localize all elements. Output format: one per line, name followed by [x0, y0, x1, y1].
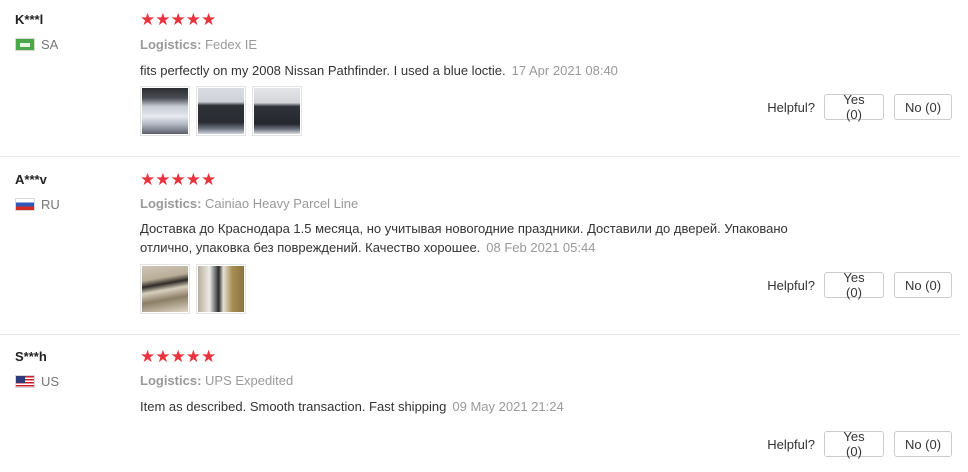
review-photo-thumbnail[interactable]	[140, 264, 190, 314]
flag-sa-icon	[15, 38, 35, 51]
helpful-yes-button[interactable]: Yes (0)	[824, 92, 884, 122]
comment-text: fits perfectly on my 2008 Nissan Pathfin…	[140, 63, 506, 78]
review-time: 17 Apr 2021 08:40	[511, 63, 618, 78]
helpful-vote: Helpful? Yes (0) No (0)	[767, 92, 952, 122]
review-photos	[140, 86, 308, 136]
review-photos	[140, 264, 252, 314]
comment-text: Доставка до Краснодара 1.5 месяца, но уч…	[140, 221, 788, 255]
star-rating: ★★★★★	[140, 347, 217, 367]
review-photo-thumbnail[interactable]	[140, 86, 190, 136]
flag-ru-icon	[15, 198, 35, 211]
helpful-no-button[interactable]: No (0)	[894, 272, 952, 298]
country-code: RU	[41, 197, 60, 212]
feedback-list: K***l SA ★★★★★ Logistics: Fedex IE fits …	[0, 0, 968, 472]
helpful-yes-button[interactable]: Yes (0)	[824, 429, 884, 459]
reviewer-country: US	[15, 374, 59, 389]
star-icon: ★★★★★	[140, 170, 217, 190]
review-comment: Доставка до Краснодара 1.5 месяца, но уч…	[140, 219, 840, 257]
reviewer-name: K***l	[15, 12, 44, 27]
helpful-no-button[interactable]: No (0)	[894, 94, 952, 120]
star-rating: ★★★★★	[140, 170, 217, 190]
comment-text: Item as described. Smooth transaction. F…	[140, 399, 447, 414]
helpful-vote: Helpful? Yes (0) No (0)	[767, 270, 952, 300]
helpful-label: Helpful?	[767, 99, 815, 115]
logistics-info: Logistics: Fedex IE	[140, 37, 257, 52]
helpful-label: Helpful?	[767, 277, 815, 293]
review-item: K***l SA ★★★★★ Logistics: Fedex IE fits …	[0, 0, 968, 156]
country-code: SA	[41, 37, 59, 52]
logistics-label: Logistics:	[140, 196, 202, 211]
review-photo-thumbnail[interactable]	[252, 86, 302, 136]
helpful-vote: Helpful? Yes (0) No (0)	[767, 429, 952, 459]
helpful-no-button[interactable]: No (0)	[894, 431, 952, 457]
review-item: S***h US ★★★★★ Logistics: UPS Expedited …	[0, 335, 968, 472]
review-time: 08 Feb 2021 05:44	[486, 240, 596, 255]
logistics-info: Logistics: UPS Expedited	[140, 373, 293, 388]
review-photo-thumbnail[interactable]	[196, 264, 246, 314]
logistics-value: Cainiao Heavy Parcel Line	[205, 196, 359, 211]
logistics-label: Logistics:	[140, 373, 202, 388]
country-code: US	[41, 374, 60, 389]
review-photo-thumbnail[interactable]	[196, 86, 246, 136]
star-rating: ★★★★★	[140, 10, 217, 30]
review-comment: fits perfectly on my 2008 Nissan Pathfin…	[140, 61, 840, 80]
reviewer-country: RU	[15, 197, 60, 212]
logistics-value: Fedex IE	[205, 37, 258, 52]
logistics-info: Logistics: Cainiao Heavy Parcel Line	[140, 196, 358, 211]
star-icon: ★★★★★	[140, 10, 217, 30]
review-item: A***v RU ★★★★★ Logistics: Cainiao Heavy …	[0, 157, 968, 334]
review-time: 09 May 2021 21:24	[452, 399, 564, 414]
flag-us-icon	[15, 375, 35, 388]
helpful-label: Helpful?	[767, 436, 815, 452]
reviewer-name: A***v	[15, 172, 47, 187]
logistics-label: Logistics:	[140, 37, 202, 52]
helpful-yes-button[interactable]: Yes (0)	[824, 270, 884, 300]
logistics-value: UPS Expedited	[205, 373, 294, 388]
star-icon: ★★★★★	[140, 347, 217, 367]
reviewer-name: S***h	[15, 349, 47, 364]
review-comment: Item as described. Smooth transaction. F…	[140, 397, 840, 416]
reviewer-country: SA	[15, 37, 58, 52]
